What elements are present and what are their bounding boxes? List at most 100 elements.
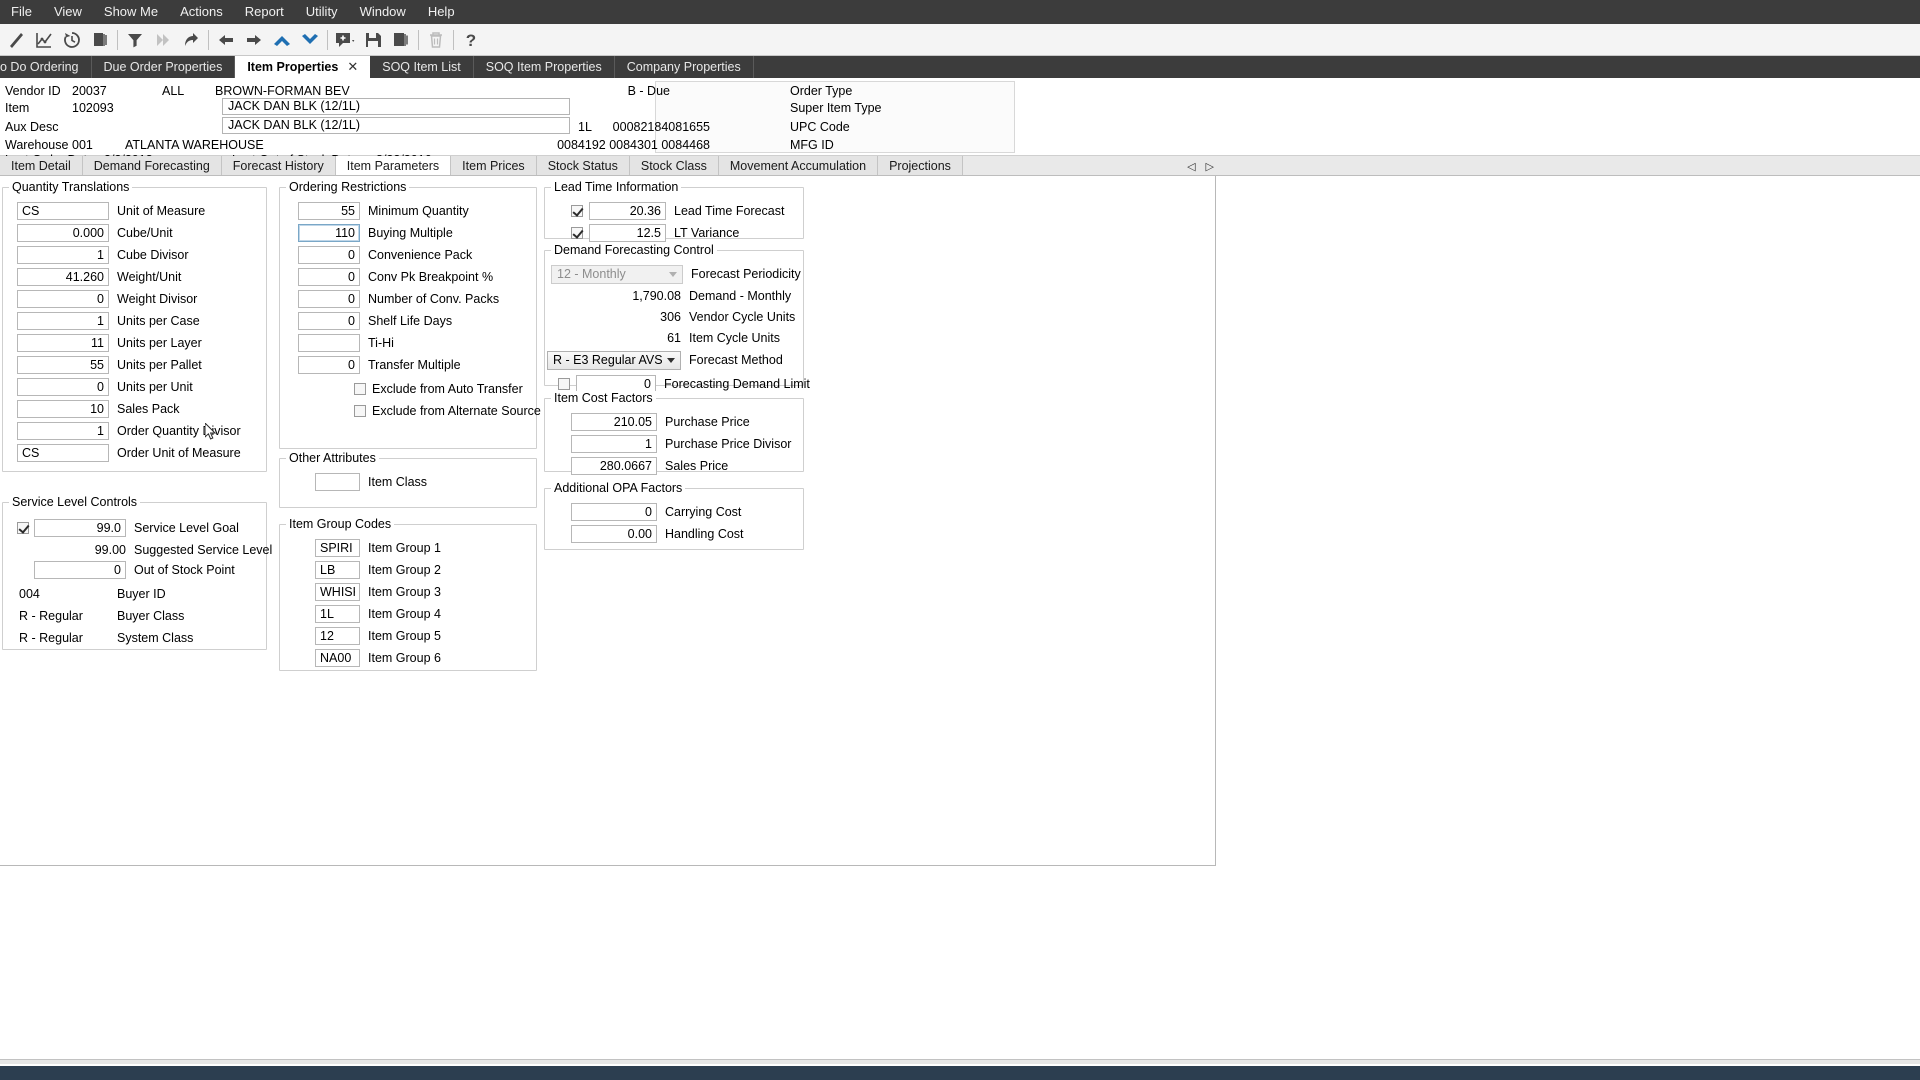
or-row-conv-pk-breakpoint: Conv Pk Breakpoint % <box>298 268 493 286</box>
field-lead-time-forecast[interactable] <box>589 202 666 220</box>
forecast-periodicity-row: 12 - Monthly Forecast Periodicity <box>551 264 801 284</box>
field-order-unit-of-measure[interactable] <box>17 444 109 462</box>
tab-item-detail[interactable]: Item Detail <box>0 156 83 175</box>
trash-icon[interactable] <box>422 26 450 54</box>
field-cube-unit[interactable] <box>17 224 109 242</box>
field-transfer-multiple[interactable] <box>298 356 360 374</box>
tab-item-prices[interactable]: Item Prices <box>451 156 537 175</box>
quantity-translations-title: Quantity Translations <box>9 180 133 194</box>
field-number-of-conv-packs[interactable] <box>298 290 360 308</box>
field-item-group-4[interactable] <box>315 605 360 623</box>
tab-stock-status[interactable]: Stock Status <box>536 156 630 175</box>
window-tab-soq-item-list[interactable]: SOQ Item List <box>370 56 474 78</box>
chevron-down-icon[interactable] <box>296 26 324 54</box>
forecasting-demand-limit-checkbox[interactable] <box>558 378 570 390</box>
menu-item-view[interactable]: View <box>43 1 93 23</box>
out-of-stock-point-field[interactable] <box>34 561 126 579</box>
checkbox-lead-time-forecast[interactable] <box>571 205 583 217</box>
service-level-goal-field[interactable] <box>34 519 126 537</box>
field-carrying-cost[interactable] <box>571 503 657 521</box>
field-handling-cost[interactable] <box>571 525 657 543</box>
menu-item-help[interactable]: Help <box>417 1 466 23</box>
field-minimum-quantity[interactable] <box>298 202 360 220</box>
tab-forecast-history[interactable]: Forecast History <box>221 156 336 175</box>
menu-item-file[interactable]: File <box>0 1 43 23</box>
fast-forward-icon[interactable] <box>149 26 177 54</box>
field-buying-multiple[interactable] <box>298 224 360 242</box>
lead-time-information-title: Lead Time Information <box>551 180 682 194</box>
aux-description-field[interactable]: JACK DAN BLK (12/1L) <box>222 117 570 134</box>
window-tab-item-properties[interactable]: Item Properties ✕ <box>235 56 371 78</box>
item-header-pane: Vendor ID 20037 ALL BROWN-FORMAN BEV Ite… <box>0 78 1920 167</box>
field-item-group-6[interactable] <box>315 649 360 667</box>
tab-scroll-right-icon[interactable]: ▷ <box>1206 160 1214 173</box>
forecast-method-select[interactable]: R - E3 Regular AVS <box>547 350 681 370</box>
menu-item-utility[interactable]: Utility <box>295 1 349 23</box>
field-item-group-3[interactable] <box>315 583 360 601</box>
tab-scroll-left-icon[interactable]: ◁ <box>1187 160 1195 173</box>
forecast-periodicity-select[interactable]: 12 - Monthly <box>551 264 683 284</box>
arrow-right-icon[interactable] <box>240 26 268 54</box>
line-chart-icon[interactable] <box>30 26 58 54</box>
field-sales-pack[interactable] <box>17 400 109 418</box>
field-conv-pk-breakpoint[interactable] <box>298 268 360 286</box>
checkbox-exclude-from-alternate-source[interactable] <box>354 405 366 417</box>
vendor-name-value: BROWN-FORMAN BEV <box>215 84 350 98</box>
tab-demand-forecasting[interactable]: Demand Forecasting <box>82 156 222 175</box>
field-unit-of-measure[interactable] <box>17 202 109 220</box>
igc-row-item-group-5: Item Group 5 <box>315 627 441 645</box>
field-weight-unit[interactable] <box>17 268 109 286</box>
pencil-icon[interactable] <box>2 26 30 54</box>
window-tab-company-properties[interactable]: Company Properties <box>614 56 754 78</box>
field-weight-divisor[interactable] <box>17 290 109 308</box>
tab-projections[interactable]: Projections <box>878 156 963 175</box>
field-purchase-price-divisor[interactable] <box>571 435 657 453</box>
field-purchase-price[interactable] <box>571 413 657 431</box>
field-item-group-1[interactable] <box>315 539 360 557</box>
menu-item-window[interactable]: Window <box>349 1 417 23</box>
field-cube-divisor[interactable] <box>17 246 109 264</box>
label-units-per-case: Units per Case <box>117 314 200 328</box>
add-comment-icon[interactable] <box>331 26 359 54</box>
field-item-class[interactable] <box>315 473 360 491</box>
share-arrow-icon[interactable] <box>177 26 205 54</box>
help-icon[interactable]: ? <box>457 26 485 54</box>
checkbox-exclude-from-auto-transfer[interactable] <box>354 383 366 395</box>
tab-movement-accumulation[interactable]: Movement Accumulation <box>718 156 879 175</box>
window-tab-soq-item-properties[interactable]: SOQ Item Properties <box>473 56 615 78</box>
field-convenience-pack[interactable] <box>298 246 360 264</box>
or-row-shelf-life-days: Shelf Life Days <box>298 312 452 330</box>
field-units-per-pallet[interactable] <box>17 356 109 374</box>
save-icon[interactable] <box>359 26 387 54</box>
menu-item-report[interactable]: Report <box>234 1 295 23</box>
filter-icon[interactable] <box>121 26 149 54</box>
field-ti-hi[interactable] <box>298 334 360 352</box>
menu-item-show-me[interactable]: Show Me <box>93 1 169 23</box>
item-description-field[interactable]: JACK DAN BLK (12/1L) <box>222 98 570 115</box>
copy-pages-icon[interactable] <box>86 26 114 54</box>
field-units-per-case[interactable] <box>17 312 109 330</box>
field-lt-variance[interactable] <box>589 224 666 242</box>
field-units-per-unit[interactable] <box>17 378 109 396</box>
chevron-up-icon[interactable] <box>268 26 296 54</box>
field-item-group-5[interactable] <box>315 627 360 645</box>
history-clock-icon[interactable] <box>58 26 86 54</box>
close-icon[interactable]: ✕ <box>347 59 358 75</box>
field-units-per-layer[interactable] <box>17 334 109 352</box>
window-tab-due-order-properties[interactable]: Due Order Properties <box>91 56 236 78</box>
tab-stock-class[interactable]: Stock Class <box>629 156 719 175</box>
service-level-goal-checkbox[interactable] <box>17 522 29 534</box>
field-order-quantity-divisor[interactable] <box>17 422 109 440</box>
window-tab-o-do-ordering[interactable]: o Do Ordering <box>0 56 92 78</box>
tab-item-parameters[interactable]: Item Parameters <box>335 156 452 175</box>
service-level-controls-group: Service Level Controls Service Level Goa… <box>2 495 272 650</box>
arrow-left-icon[interactable] <box>212 26 240 54</box>
field-shelf-life-days[interactable] <box>298 312 360 330</box>
or-checkbox-row-exclude-from-auto-transfer: Exclude from Auto Transfer <box>354 380 523 398</box>
field-item-group-2[interactable] <box>315 561 360 579</box>
duplicate-icon[interactable] <box>387 26 415 54</box>
checkbox-lt-variance[interactable] <box>571 227 583 239</box>
menu-item-actions[interactable]: Actions <box>169 1 234 23</box>
field-sales-price[interactable] <box>571 457 657 475</box>
igc-row-item-group-2: Item Group 2 <box>315 561 441 579</box>
